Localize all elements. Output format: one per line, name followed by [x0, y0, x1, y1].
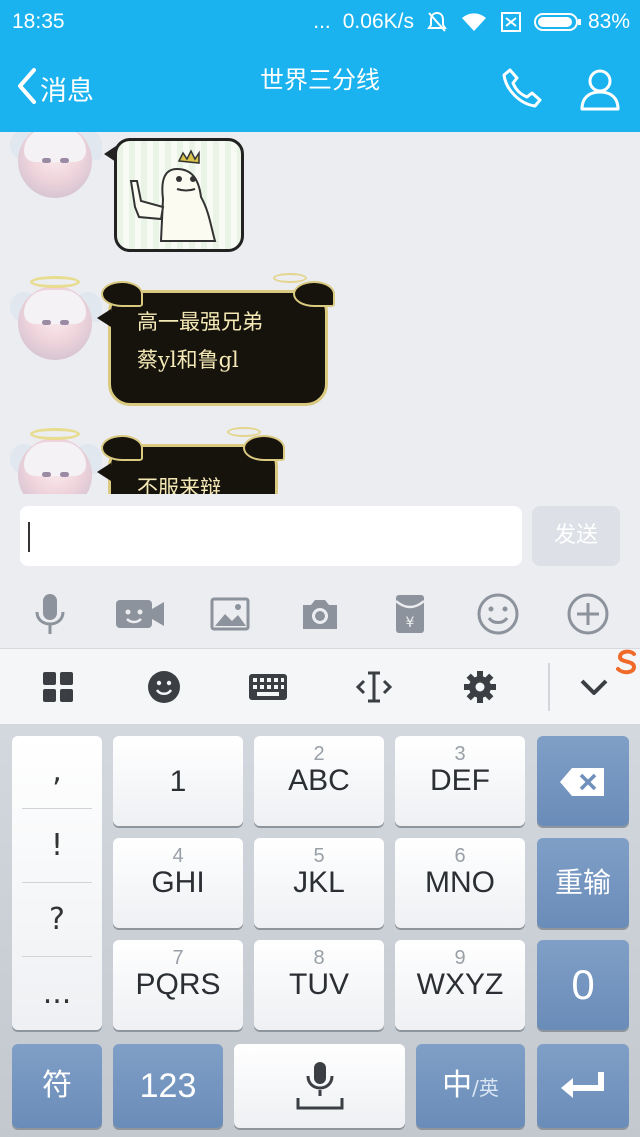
message-text-line: 蔡yl和鲁gl	[137, 348, 239, 372]
wifi-icon	[460, 11, 488, 33]
avatar[interactable]	[10, 276, 102, 360]
no-sim-icon	[500, 10, 522, 34]
message-item: 高一最强兄弟 蔡yl和鲁gl	[0, 273, 640, 414]
avatar-face	[18, 132, 92, 198]
attachment-toolbar: ¥	[0, 580, 640, 648]
key-9-wxyz[interactable]: 9 WXYZ	[395, 940, 525, 1030]
text-caret	[28, 522, 30, 552]
grid-menu-icon[interactable]	[38, 669, 78, 705]
network-speed: 0.06K/s	[342, 10, 414, 33]
mic-space-icon	[296, 1062, 343, 1110]
enter-key[interactable]	[537, 1044, 629, 1128]
halo-decor	[30, 276, 80, 288]
bubble-halo-decor	[227, 427, 261, 437]
message-bubble[interactable]: 不服来辩	[97, 427, 285, 494]
red-packet-icon[interactable]: ¥	[388, 592, 432, 636]
svg-text:¥: ¥	[406, 615, 415, 631]
battery-level: 83%	[587, 10, 630, 33]
key-7-pqrs[interactable]: 7 PQRS	[113, 940, 243, 1030]
language-switch-key[interactable]: 中/英	[416, 1044, 525, 1128]
message-item: 不服来辩	[0, 424, 640, 494]
bubble-halo-decor	[273, 273, 307, 283]
image-icon[interactable]	[208, 592, 252, 636]
punctuation-column[interactable]: , ! ? ...	[12, 736, 102, 1030]
message-text-line: 不服来辩	[137, 476, 221, 494]
cursor-move-icon[interactable]	[354, 669, 394, 705]
key-8-tuv[interactable]: 8 TUV	[254, 940, 384, 1030]
composer: 发送	[0, 494, 640, 580]
keyboard-icon[interactable]	[248, 669, 288, 705]
bubble-wing-decor	[101, 435, 143, 461]
chat-header: 消息 世界三分线	[0, 46, 640, 132]
bubble-wing-decor	[243, 435, 285, 461]
collapse-keyboard-icon[interactable]	[574, 669, 614, 705]
bubble-wing-decor	[101, 281, 143, 307]
lang-main-label: 中	[442, 1068, 473, 1103]
retype-key[interactable]: 重输	[537, 838, 629, 928]
numbers-key[interactable]: 123	[113, 1044, 223, 1128]
enter-icon	[561, 1072, 604, 1098]
ime-logo-icon	[614, 648, 640, 676]
key-6-mno[interactable]: 6 MNO	[395, 838, 525, 928]
punct-key[interactable]: !	[22, 810, 92, 882]
key-4-ghi[interactable]: 4 GHI	[113, 838, 243, 928]
profile-icon[interactable]	[578, 66, 622, 116]
emoji-icon[interactable]	[476, 592, 520, 636]
message-input[interactable]	[20, 506, 522, 566]
backspace-icon	[560, 768, 604, 796]
battery-icon	[533, 12, 582, 32]
backspace-key[interactable]	[537, 736, 629, 826]
key-0[interactable]: 0	[537, 940, 629, 1030]
punct-key[interactable]: ...	[22, 958, 92, 1030]
status-bar: 18:35 ... 0.06K/s 83%	[0, 0, 640, 46]
avatar-face	[18, 286, 92, 360]
key-2-abc[interactable]: 2 ABC	[254, 736, 384, 826]
lang-sub-label: /英	[472, 1076, 499, 1100]
chat-title: 世界三分线	[260, 66, 380, 94]
video-call-icon[interactable]	[114, 592, 166, 636]
message-list[interactable]: 高一最强兄弟 蔡yl和鲁gl 不服来辩	[0, 132, 640, 494]
phone-icon[interactable]	[500, 66, 544, 114]
settings-gear-icon[interactable]	[460, 669, 500, 705]
send-button[interactable]: 发送	[532, 506, 620, 566]
message-item	[0, 132, 640, 260]
bubble-wing-decor	[293, 281, 335, 307]
camera-icon[interactable]	[298, 592, 342, 636]
message-text-line: 高一最强兄弟	[137, 310, 263, 334]
key-3-def[interactable]: 3 DEF	[395, 736, 525, 826]
microphone-icon[interactable]	[28, 592, 72, 636]
status-time: 18:35	[12, 10, 65, 33]
avatar[interactable]	[10, 428, 102, 494]
mute-icon	[426, 10, 448, 34]
keyboard-toolbar	[0, 648, 640, 724]
symbol-key[interactable]: 符	[12, 1044, 102, 1128]
key-5-jkl[interactable]: 5 JKL	[254, 838, 384, 928]
punct-key[interactable]: ,	[22, 736, 92, 808]
plus-icon[interactable]	[566, 592, 610, 636]
sticker-image[interactable]	[114, 138, 244, 252]
punct-key[interactable]: ?	[22, 884, 92, 956]
halo-decor	[30, 428, 80, 440]
key-1[interactable]: 1	[113, 736, 243, 826]
voice-space-key[interactable]	[234, 1044, 405, 1128]
status-dots: ...	[313, 10, 331, 33]
avatar[interactable]	[10, 132, 102, 198]
ime-keyboard: , ! ? ... 1 2 ABC 3 DEF 4 GHI 5 JKL 6 MN…	[0, 724, 640, 1137]
toolbar-divider	[548, 663, 550, 711]
emoji-keyboard-icon[interactable]	[144, 669, 184, 705]
message-bubble[interactable]: 高一最强兄弟 蔡yl和鲁gl	[97, 273, 335, 406]
